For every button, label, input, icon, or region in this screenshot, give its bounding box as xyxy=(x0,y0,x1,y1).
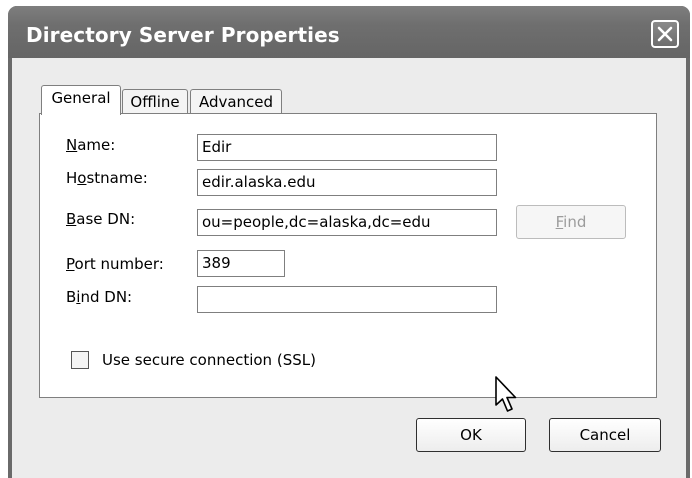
tab-advanced-label: Advanced xyxy=(198,93,274,111)
tab-advanced[interactable]: Advanced xyxy=(190,89,282,115)
cancel-button[interactable]: Cancel xyxy=(549,418,661,452)
tab-general[interactable]: General xyxy=(41,85,121,115)
find-button[interactable]: Find xyxy=(516,205,626,239)
hostname-input[interactable]: edir.alaska.edu xyxy=(197,169,497,196)
close-icon xyxy=(657,26,673,42)
mouse-cursor-icon xyxy=(495,376,517,412)
base-dn-input[interactable]: ou=people,dc=alaska,dc=edu xyxy=(197,209,497,236)
name-input[interactable]: Edir xyxy=(197,134,497,161)
ssl-checkbox-label[interactable]: Use secure connection (SSL) xyxy=(102,351,316,369)
port-number-input[interactable]: 389 xyxy=(197,250,285,277)
port-number-label: Port number: xyxy=(66,255,164,273)
general-panel: Name: Edir Hostname: edir.alaska.edu Bas… xyxy=(39,113,657,398)
window-title: Directory Server Properties xyxy=(26,23,340,47)
dialog-body: General Offline Advanced Name: Edir Host… xyxy=(12,58,686,478)
hostname-label: Hostname: xyxy=(66,169,148,187)
bind-dn-input[interactable] xyxy=(197,286,497,313)
ok-button[interactable]: OK xyxy=(416,418,526,452)
close-button[interactable] xyxy=(651,20,679,48)
bind-dn-label: Bind DN: xyxy=(66,288,133,306)
title-bar[interactable]: Directory Server Properties xyxy=(8,6,690,58)
tab-offline-label: Offline xyxy=(130,93,180,111)
ssl-checkbox[interactable] xyxy=(71,351,89,369)
tab-general-label: General xyxy=(51,89,111,107)
base-dn-label: Base DN: xyxy=(66,210,136,228)
tab-offline[interactable]: Offline xyxy=(122,89,188,115)
dialog-window: Directory Server Properties General Offl… xyxy=(8,6,690,478)
name-label: Name: xyxy=(66,136,116,154)
